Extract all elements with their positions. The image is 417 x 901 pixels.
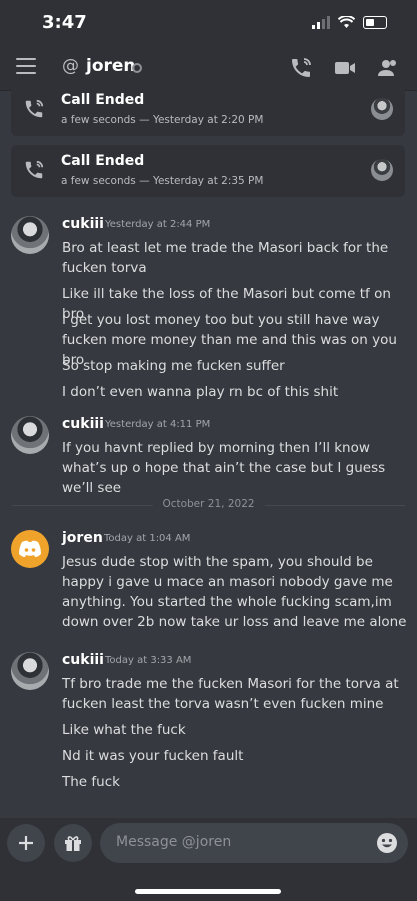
message-list[interactable]: Call Ended a few seconds — Yesterday at … xyxy=(0,84,417,810)
add-attachment-button[interactable] xyxy=(7,824,45,862)
call-ended-card: Call Ended a few seconds — Yesterday at … xyxy=(11,84,405,136)
status-icons xyxy=(312,15,387,29)
avatar[interactable] xyxy=(11,416,49,454)
offline-status-icon xyxy=(132,63,142,73)
video-call-icon[interactable] xyxy=(333,56,357,80)
message-input-container[interactable] xyxy=(100,823,408,863)
message-text: Bro at least let me trade the Masori bac… xyxy=(62,240,389,276)
author-name[interactable]: cukiii xyxy=(62,216,104,232)
home-indicator[interactable] xyxy=(135,889,281,894)
message-text: So stop making me fucken suffer xyxy=(62,358,285,374)
channel-title[interactable]: joren xyxy=(86,56,136,76)
status-bar: 3:47 xyxy=(0,0,417,46)
menu-icon[interactable] xyxy=(16,58,36,79)
author-name[interactable]: cukiii xyxy=(62,416,104,432)
date-divider-label: October 21, 2022 xyxy=(152,498,265,510)
call-subtitle: a few seconds — Yesterday at 2:20 PM xyxy=(61,114,264,126)
plus-icon xyxy=(19,836,33,850)
message-composer xyxy=(0,818,417,901)
message-text: If you havnt replied by morning then I’l… xyxy=(62,440,386,496)
message-timestamp: Yesterday at 4:11 PM xyxy=(105,419,211,430)
gift-button[interactable] xyxy=(54,824,92,862)
call-ended-icon xyxy=(25,160,44,179)
call-ended-icon xyxy=(25,99,44,118)
message-text: I don’t even wanna play rn bc of this sh… xyxy=(62,384,339,400)
call-subtitle: a few seconds — Yesterday at 2:35 PM xyxy=(61,175,264,187)
signal-icon xyxy=(312,15,330,29)
avatar xyxy=(371,98,393,120)
wifi-icon xyxy=(338,15,355,28)
members-icon[interactable] xyxy=(376,56,400,80)
emoji-icon[interactable] xyxy=(376,832,398,854)
battery-icon xyxy=(363,15,387,29)
gift-icon xyxy=(65,836,81,851)
avatar xyxy=(371,159,393,181)
voice-call-icon[interactable] xyxy=(289,56,313,80)
call-title: Call Ended xyxy=(61,153,145,169)
message-input[interactable] xyxy=(114,833,358,851)
date-divider: October 21, 2022 xyxy=(12,498,405,512)
dm-at-icon: @ xyxy=(62,56,79,76)
avatar[interactable] xyxy=(11,216,49,254)
call-ended-card: Call Ended a few seconds — Yesterday at … xyxy=(11,145,405,197)
clock: 3:47 xyxy=(42,12,87,33)
message-timestamp: Yesterday at 2:44 PM xyxy=(105,219,211,230)
call-title: Call Ended xyxy=(61,92,145,108)
